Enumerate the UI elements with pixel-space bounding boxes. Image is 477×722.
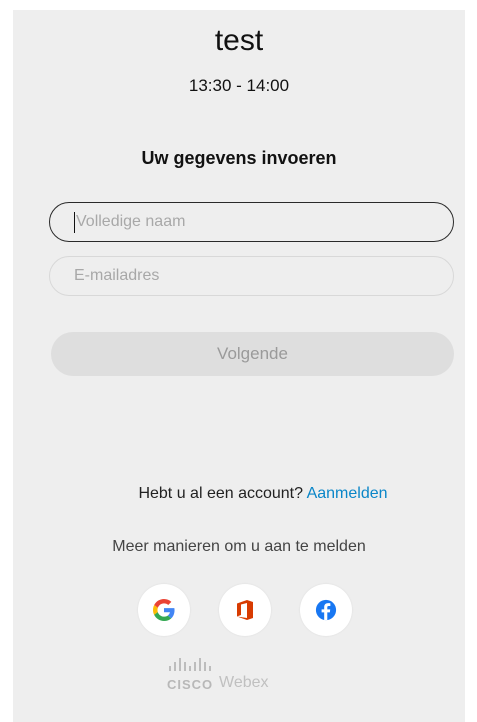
sign-in-link[interactable]: Aanmelden xyxy=(307,485,388,502)
cisco-wordmark: CISCO xyxy=(167,677,214,692)
cisco-webex-logo: CISCO Webex xyxy=(167,658,327,708)
email-placeholder: E-mailadres xyxy=(74,267,160,284)
office-icon xyxy=(237,600,253,620)
google-icon xyxy=(153,599,175,621)
facebook-sign-in-button[interactable] xyxy=(300,584,352,636)
join-panel: test 13:30 - 14:00 Uw gegevens invoeren … xyxy=(13,10,465,722)
next-button[interactable]: Volgende xyxy=(51,332,454,376)
full-name-field[interactable]: Volledige naam xyxy=(49,202,454,242)
facebook-icon xyxy=(315,599,337,621)
more-sign-in-ways-text: Meer manieren om u aan te melden xyxy=(112,538,366,555)
meeting-title: test xyxy=(214,24,264,57)
cisco-bars-icon xyxy=(169,658,211,671)
full-name-placeholder: Volledige naam xyxy=(76,213,186,230)
account-prompt-line: Hebt u al een account? Aanmelden xyxy=(13,485,465,503)
email-field[interactable]: E-mailadres xyxy=(49,256,454,296)
form-heading: Uw gegevens invoeren xyxy=(141,148,337,168)
text-cursor xyxy=(74,212,75,233)
meeting-time: 13:30 - 14:00 xyxy=(188,76,290,95)
google-sign-in-button[interactable] xyxy=(138,584,190,636)
office-sign-in-button[interactable] xyxy=(219,584,271,636)
account-prompt-text: Hebt u al een account? xyxy=(138,485,304,502)
webex-wordmark: Webex xyxy=(219,674,269,691)
